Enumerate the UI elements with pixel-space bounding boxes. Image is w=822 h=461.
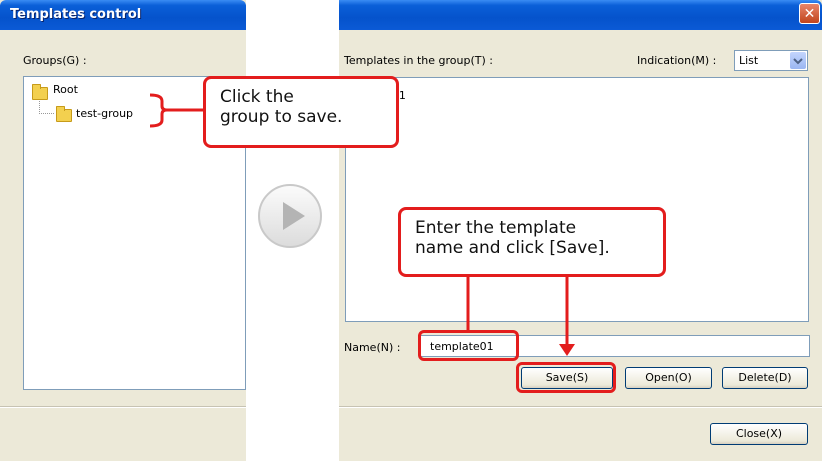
indication-select[interactable]: List [734,50,808,71]
chevron-down-icon [793,58,803,65]
tree-item-root[interactable]: Root [53,83,78,96]
save-highlight [516,362,616,393]
close-button[interactable]: Close(X) [710,423,808,445]
name-highlight [418,330,519,361]
left-window: Templates control Groups(G) : Root test-… [0,0,246,461]
dropdown-button[interactable] [790,52,806,69]
footer-divider [339,406,822,408]
close-window-button[interactable]: ✕ [799,3,820,24]
name-label: Name(N) : [344,341,401,354]
delete-button[interactable]: Delete(D) [722,367,808,389]
title-bar: ✕ [339,0,822,30]
indication-label: Indication(M) : [637,54,717,67]
window-title: Templates control [10,7,142,22]
close-icon: ✕ [803,6,816,22]
tree-connector [39,101,54,114]
groups-label: Groups(G) : [23,54,87,67]
play-icon [258,184,322,248]
folder-icon [56,106,72,122]
open-button[interactable]: Open(O) [625,367,712,389]
group-callout: Click the group to save. [203,76,399,148]
title-bar: Templates control [0,0,246,30]
footer-divider [0,406,246,408]
indication-value: List [739,54,759,67]
templates-list[interactable]: late01 [345,77,809,322]
templates-label: Templates in the group(T) : [344,54,493,67]
save-callout: Enter the template name and click [Save]… [398,207,666,277]
tree-item-test-group[interactable]: test-group [76,107,134,120]
folder-icon [32,84,48,100]
